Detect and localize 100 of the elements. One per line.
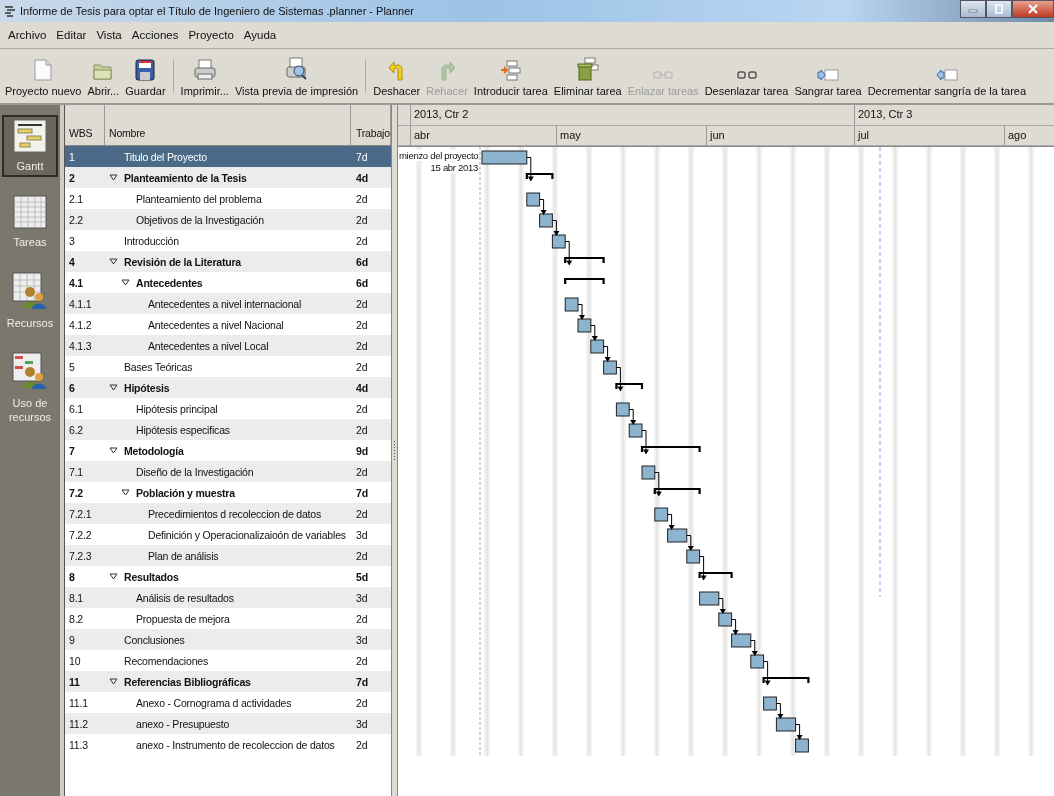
menu-item[interactable]: Archivo: [8, 29, 47, 41]
task-bar[interactable]: [526, 192, 541, 207]
task-row[interactable]: 9 Conclusiones 3d: [65, 629, 391, 650]
toolbar-button[interactable]: Sangrar tarea: [791, 49, 865, 103]
view-button[interactable]: Gantt: [2, 115, 58, 178]
task-row[interactable]: 4.1.1 Antecedentes a nivel internacional 2d: [65, 293, 391, 314]
task-row[interactable]: 6 Hipótesis 4d: [65, 377, 391, 398]
task-name: Antecedentes a nivel Nacional: [148, 318, 284, 331]
summary-bar[interactable]: [762, 676, 810, 683]
wbs-cell-text: 10: [68, 654, 82, 667]
undo-icon: [387, 59, 406, 81]
task-name: Revisión de la Literatura: [124, 255, 241, 268]
task-bar[interactable]: [615, 402, 630, 417]
task-bar[interactable]: [603, 360, 617, 375]
menu-item[interactable]: Editar: [56, 29, 87, 41]
task-row[interactable]: 7.2.3 Plan de análisis 2d: [65, 545, 391, 566]
task-name: Población y muestra: [136, 486, 235, 499]
menu-item[interactable]: Vista: [96, 29, 122, 41]
month-header: jun: [707, 125, 855, 145]
toolbar-button[interactable]: Imprimir...: [177, 49, 232, 103]
toolbar-button[interactable]: Decrementar sangría de la tarea: [864, 49, 1030, 103]
toolbar-button[interactable]: Proyecto nuevo: [2, 49, 85, 103]
task-row[interactable]: 11 Referencias Bibliográficas 7d: [65, 671, 391, 692]
task-bar[interactable]: [577, 318, 592, 333]
task-row[interactable]: 7.1 Diseño de la Investigación 2d: [65, 461, 391, 482]
task-row[interactable]: 2 Planteamiento de la Tesis 4d: [65, 167, 391, 188]
task-row[interactable]: 4.1.3 Antecedentes a nivel Local 2d: [65, 335, 391, 356]
splitter-handle[interactable]: [393, 440, 396, 461]
expander-icon[interactable]: [121, 489, 130, 496]
dependency-arrow: [539, 199, 547, 215]
task-row[interactable]: 1 Titulo del Proyecto 7d: [65, 146, 391, 167]
task-bar[interactable]: [718, 612, 733, 627]
task-row[interactable]: 11.2 anexo - Presupuesto 3d: [65, 713, 391, 734]
work-cell-text: 9d: [355, 444, 369, 457]
task-row[interactable]: 2.2 Objetivos de la Investigación 2d: [65, 209, 391, 230]
task-bar[interactable]: [775, 717, 797, 732]
task-bar[interactable]: [628, 423, 643, 438]
task-bar[interactable]: [795, 738, 809, 753]
task-bar[interactable]: [667, 528, 688, 543]
toolbar-button[interactable]: Desenlazar tarea: [701, 49, 792, 103]
close-button[interactable]: [1012, 0, 1054, 18]
toolbar-button[interactable]: Vista previa de impresión: [231, 49, 362, 103]
summary-bar[interactable]: [525, 172, 554, 179]
expander-icon[interactable]: [109, 573, 118, 580]
expander-icon[interactable]: [109, 678, 118, 685]
task-bar[interactable]: [763, 696, 777, 711]
task-row[interactable]: 7.2.1 Precedimientos d recoleccion de datos 2d: [65, 503, 391, 524]
view-button[interactable]: Recursos: [2, 267, 58, 334]
column-header[interactable]: WBS: [65, 105, 105, 145]
menu-item[interactable]: Ayuda: [243, 29, 277, 41]
unlink-icon: [736, 69, 757, 81]
toolbar-button[interactable]: Deshacer: [370, 49, 424, 103]
task-bar[interactable]: [731, 633, 752, 648]
menu-item[interactable]: Proyecto: [188, 29, 234, 41]
toolbar-button[interactable]: Guardar: [122, 49, 169, 103]
toolbar-button[interactable]: Introducir tarea: [470, 49, 551, 103]
menu-item[interactable]: Acciones: [131, 29, 179, 41]
summary-bar[interactable]: [564, 256, 605, 263]
toolbar-button[interactable]: Abrir...: [84, 49, 123, 103]
expander-icon[interactable]: [109, 258, 118, 265]
work-cell-text: 7d: [355, 486, 369, 499]
expander-icon[interactable]: [109, 384, 118, 391]
summary-bar[interactable]: [698, 571, 733, 578]
dependency-arrow: [699, 556, 707, 581]
task-name: Objetivos de la Investigación: [136, 213, 264, 226]
summary-bar[interactable]: [653, 487, 701, 494]
task-bar[interactable]: [590, 339, 605, 354]
dependency-arrow: [615, 367, 624, 392]
dependency-arrow: [795, 724, 803, 740]
summary-bar[interactable]: [640, 445, 701, 452]
task-bar[interactable]: [686, 549, 701, 564]
wbs-cell-text: 3: [68, 234, 76, 247]
maximize-button[interactable]: [986, 0, 1012, 18]
task-row[interactable]: 6.2 Hipótesis especificas 2d: [65, 419, 391, 440]
expander-icon[interactable]: [121, 279, 130, 286]
summary-bar[interactable]: [564, 277, 605, 284]
task-name: Análisis de resultados: [136, 591, 234, 604]
view-button[interactable]: Tareas: [2, 191, 58, 254]
task-bar[interactable]: [699, 591, 720, 606]
expander-icon[interactable]: [109, 174, 118, 181]
wbs-cell-text: 7: [68, 444, 76, 457]
wbs-cell-text: 6.1: [68, 402, 84, 415]
expander-icon[interactable]: [109, 447, 118, 454]
task-bar[interactable]: [750, 654, 765, 669]
task-row[interactable]: 4 Revisión de la Literatura 6d: [65, 251, 391, 272]
toolbar-button[interactable]: Eliminar tarea: [550, 49, 625, 103]
wbs-cell-text: 11.2: [68, 717, 89, 730]
task-bar[interactable]: [539, 213, 553, 228]
summary-bar[interactable]: [615, 382, 644, 389]
task-bar[interactable]: [654, 507, 669, 522]
task-bar[interactable]: [551, 234, 566, 249]
dependency-arrow: [654, 472, 662, 497]
task-name: Precedimientos d recoleccion de datos: [148, 507, 321, 520]
dependency-arrow: [750, 640, 758, 656]
column-header[interactable]: Nombre: [105, 105, 351, 145]
task-row[interactable]: 8.1 Análisis de resultados 3d: [65, 587, 391, 608]
work-cell-text: 6d: [355, 276, 369, 289]
view-button[interactable]: Uso de recursos: [2, 347, 58, 429]
minimize-button[interactable]: [960, 0, 986, 18]
wbs-cell-text: 9: [68, 633, 76, 646]
